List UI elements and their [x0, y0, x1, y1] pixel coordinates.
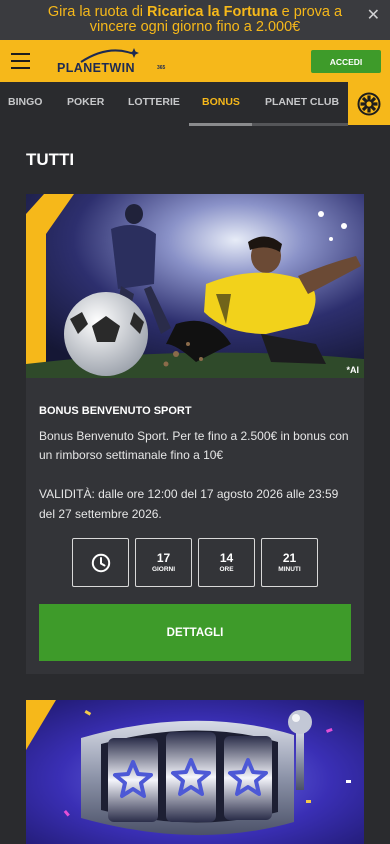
countdown-hours-value: 14 — [219, 551, 234, 565]
promo-text: Gira la ruota di Ricarica la Fortuna e p… — [47, 4, 343, 35]
active-tab-indicator — [189, 123, 252, 126]
section-title: TUTTI — [26, 150, 75, 169]
hamburger-icon[interactable] — [11, 53, 30, 69]
countdown-days-label: GIORNI — [151, 566, 176, 573]
promo-banner[interactable]: Gira la ruota di Ricarica la Fortuna e p… — [0, 0, 390, 40]
bonus-validity: VALIDITÀ: dalle ore 12:00 del 17 agosto … — [39, 487, 339, 521]
details-button[interactable]: DETTAGLI — [39, 604, 351, 661]
category-nav: BINGO POKER LOTTERIE BONUS PLANET CLUB — [0, 82, 390, 126]
countdown-minutes: 21 MINUTI — [261, 538, 318, 587]
ai-generated-tag: *AI — [346, 365, 359, 375]
bonus-title: BONUS BENVENUTO SPORT — [39, 405, 192, 417]
tab-poker[interactable]: POKER — [67, 96, 104, 108]
logo-sup: 365 — [157, 65, 166, 71]
countdown-hours: 14 ORE — [198, 538, 255, 587]
countdown-days: 17 GIORNI — [135, 538, 192, 587]
bonus-card: *AI BONUS BENVENUTO SPORT Bonus Benvenut… — [26, 194, 364, 674]
tab-lotterie[interactable]: LOTTERIE — [128, 96, 180, 108]
countdown-minutes-label: MINUTI — [278, 566, 301, 573]
close-icon[interactable]: ✕ — [367, 8, 380, 24]
login-button[interactable]: ACCEDI — [311, 50, 381, 73]
clock-icon — [91, 553, 110, 572]
bonus-card-2-image[interactable] — [26, 700, 364, 844]
nav-scroll-track — [252, 123, 348, 126]
tab-bonus[interactable]: BONUS — [202, 96, 240, 108]
countdown-clock — [72, 538, 129, 587]
planetwin-logo[interactable]: PLANETWIN 365 — [57, 47, 169, 77]
bonus-card-image: *AI — [26, 194, 364, 378]
fortune-wheel-icon — [357, 92, 381, 115]
tab-bingo[interactable]: BINGO — [8, 96, 42, 108]
countdown-days-value: 17 — [156, 551, 171, 565]
countdown-hours-label: ORE — [219, 566, 234, 573]
countdown-minutes-value: 21 — [282, 551, 297, 565]
tab-planet-club[interactable]: PLANET CLUB — [265, 96, 339, 108]
bonus-description: Bonus Benvenuto Sport. Per te fino a 2.5… — [39, 429, 349, 462]
logo-text: PLANETWIN — [57, 61, 135, 75]
fortune-wheel-button[interactable] — [348, 82, 390, 125]
